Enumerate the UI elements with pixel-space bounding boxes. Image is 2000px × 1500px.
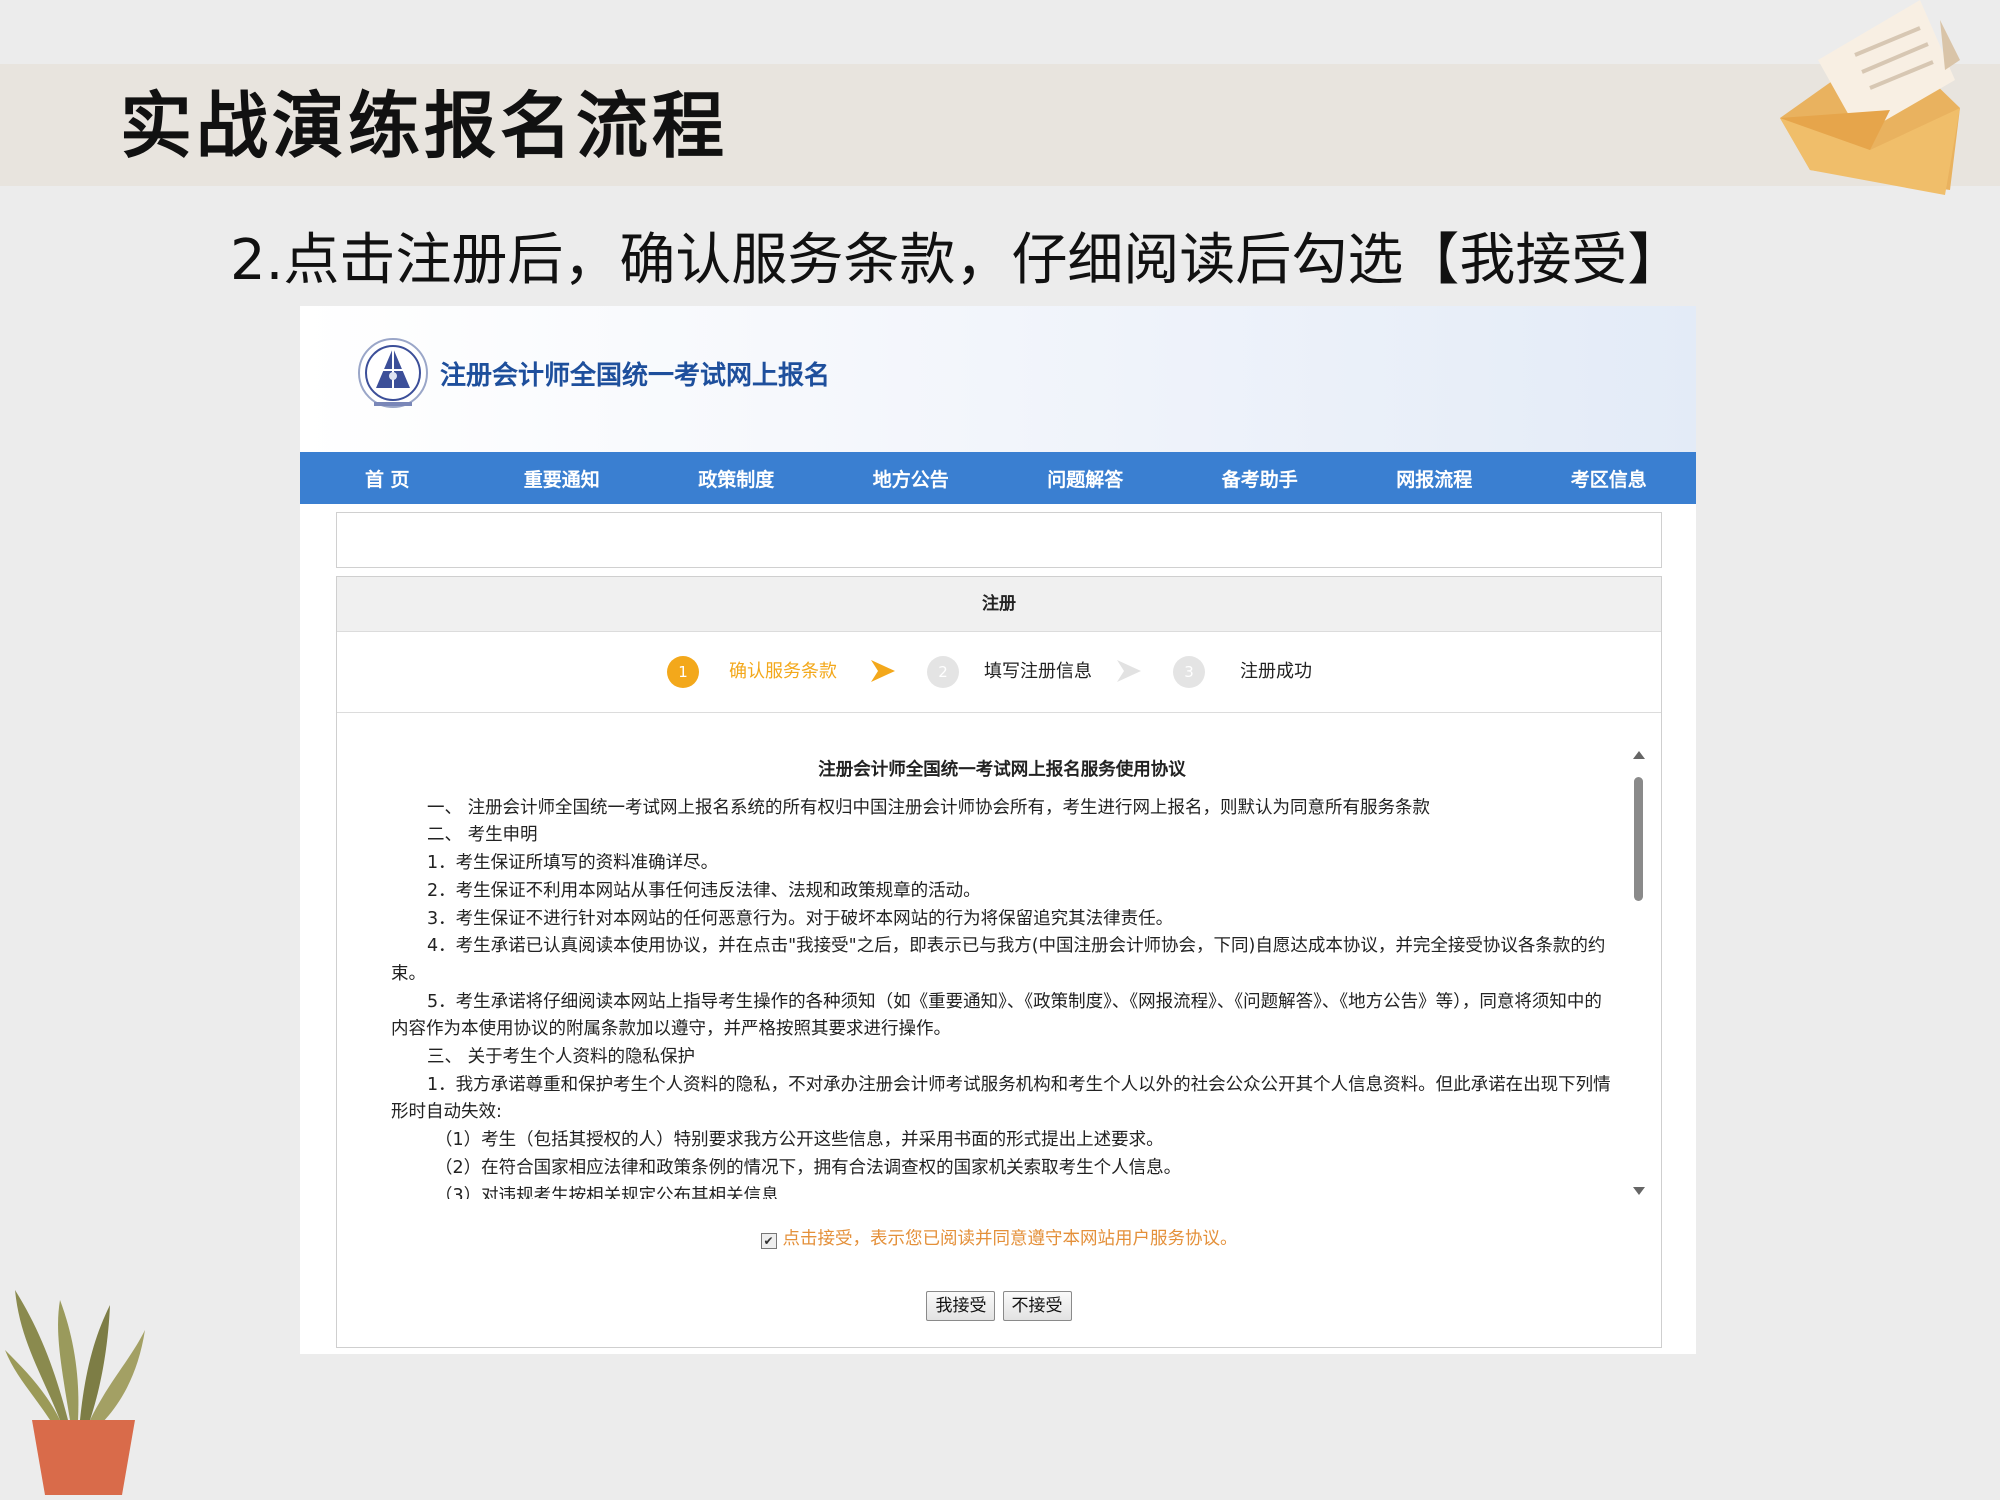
step-1-label: 确认服务条款 [729, 661, 837, 682]
scroll-up-icon[interactable] [1633, 751, 1645, 759]
slide-subtitle: 2.点击注册后，确认服务条款，仔细阅读后勾选【我接受】 [230, 228, 1684, 293]
nav-faq[interactable]: 问题解答 [998, 452, 1173, 504]
agreement-line: 5．考生承诺将仔细阅读本网站上指导考生操作的各种须知（如《重要通知》、《政策制度… [391, 991, 1602, 1040]
envelope-icon [1780, 0, 1960, 195]
scroll-thumb[interactable] [1634, 777, 1643, 901]
slide-title: 实战演练报名流程 [120, 84, 729, 168]
notice-box [336, 512, 1662, 568]
agreement-scrollbar[interactable] [1631, 747, 1647, 1199]
site-title: 注册会计师全国统一考试网上报名 [440, 361, 831, 391]
agreement-line: （1）考生（包括其授权的人）特别要求我方公开这些信息，并采用书面的形式提出上述要… [435, 1130, 1164, 1151]
agreement-line: 2．考生保证不利用本网站从事任何违反法律、法规和政策规章的活动。 [427, 880, 981, 901]
potted-plant-icon [5, 1290, 145, 1495]
website-screenshot: 注册会计师全国统一考试网上报名 首 页 重要通知 政策制度 地方公告 问题解答 … [300, 306, 1696, 1354]
accept-text[interactable]: 点击接受，表示您已阅读并同意遵守本网站用户服务协议。 [783, 1229, 1238, 1249]
registration-heading: 注册 [337, 577, 1661, 632]
step-2-number: 2 [927, 656, 959, 688]
main-navbar: 首 页 重要通知 政策制度 地方公告 问题解答 备考助手 网报流程 考区信息 [300, 452, 1696, 504]
agreement-line: 三、 关于考生个人资料的隐私保护 [427, 1047, 696, 1068]
step-arrow-inactive-icon [1117, 660, 1141, 682]
step-arrow-active-icon [871, 660, 895, 682]
site-header: 注册会计师全国统一考试网上报名 [300, 306, 1696, 452]
scroll-down-icon[interactable] [1633, 1187, 1645, 1195]
cicpa-logo-icon [358, 338, 428, 408]
nav-exam-assistant[interactable]: 备考助手 [1173, 452, 1348, 504]
accept-checkbox[interactable]: ✔ [760, 1233, 777, 1249]
agreement-line: 4．考生承诺已认真阅读本使用协议，并在点击"我接受"之后，即表示已与我方(中国注… [391, 936, 1606, 984]
agreement-line: 二、 考生申明 [427, 825, 538, 846]
agreement-line: 一、 注册会计师全国统一考试网上报名系统的所有权归中国注册会计师协会所有，考生进… [427, 797, 1431, 818]
step-3-number: 3 [1173, 656, 1205, 688]
decline-button[interactable]: 不接受 [1002, 1291, 1072, 1321]
accept-button[interactable]: 我接受 [926, 1291, 996, 1321]
accept-row: ✔ 点击接受，表示您已阅读并同意遵守本网站用户服务协议。 [337, 1225, 1661, 1250]
step-1-number: 1 [667, 656, 699, 688]
nav-local-announcements[interactable]: 地方公告 [824, 452, 999, 504]
step-2-label: 填写注册信息 [984, 661, 1092, 682]
agreement-title: 注册会计师全国统一考试网上报名服务使用协议 [818, 760, 1186, 780]
button-row: 我接受 不接受 [337, 1291, 1661, 1321]
nav-home[interactable]: 首 页 [300, 452, 475, 504]
agreement-line: （3）对违规考生按相关规定公布其相关信息 [435, 1185, 779, 1199]
agreement-line: 1．考生保证所填写的资料准确详尽。 [427, 853, 719, 874]
nav-exam-area-info[interactable]: 考区信息 [1522, 452, 1697, 504]
nav-important-notices[interactable]: 重要通知 [475, 452, 650, 504]
registration-panel: 注册 1 确认服务条款 2 填写注册信息 3 注册成功 注册会计师全国统一考试网… [336, 576, 1662, 1348]
agreement-line: （2）在符合国家相应法律和政策条例的情况下，拥有合法调查权的国家机关索取考生个人… [435, 1157, 1182, 1178]
agreement-line: 1．我方承诺尊重和保护考生个人资料的隐私，不对承办注册会计师考试服务机构和考生个… [391, 1074, 1611, 1123]
agreement-line: 3．考生保证不进行针对本网站的任何恶意行为。对于破坏本网站的行为将保留追究其法律… [427, 908, 1174, 929]
step-3-label: 注册成功 [1240, 661, 1312, 682]
agreement-text-area[interactable]: 注册会计师全国统一考试网上报名服务使用协议 一、 注册会计师全国统一考试网上报名… [391, 747, 1613, 1199]
registration-steps: 1 确认服务条款 2 填写注册信息 3 注册成功 [337, 632, 1661, 713]
nav-policies[interactable]: 政策制度 [649, 452, 824, 504]
nav-registration-process[interactable]: 网报流程 [1347, 452, 1522, 504]
